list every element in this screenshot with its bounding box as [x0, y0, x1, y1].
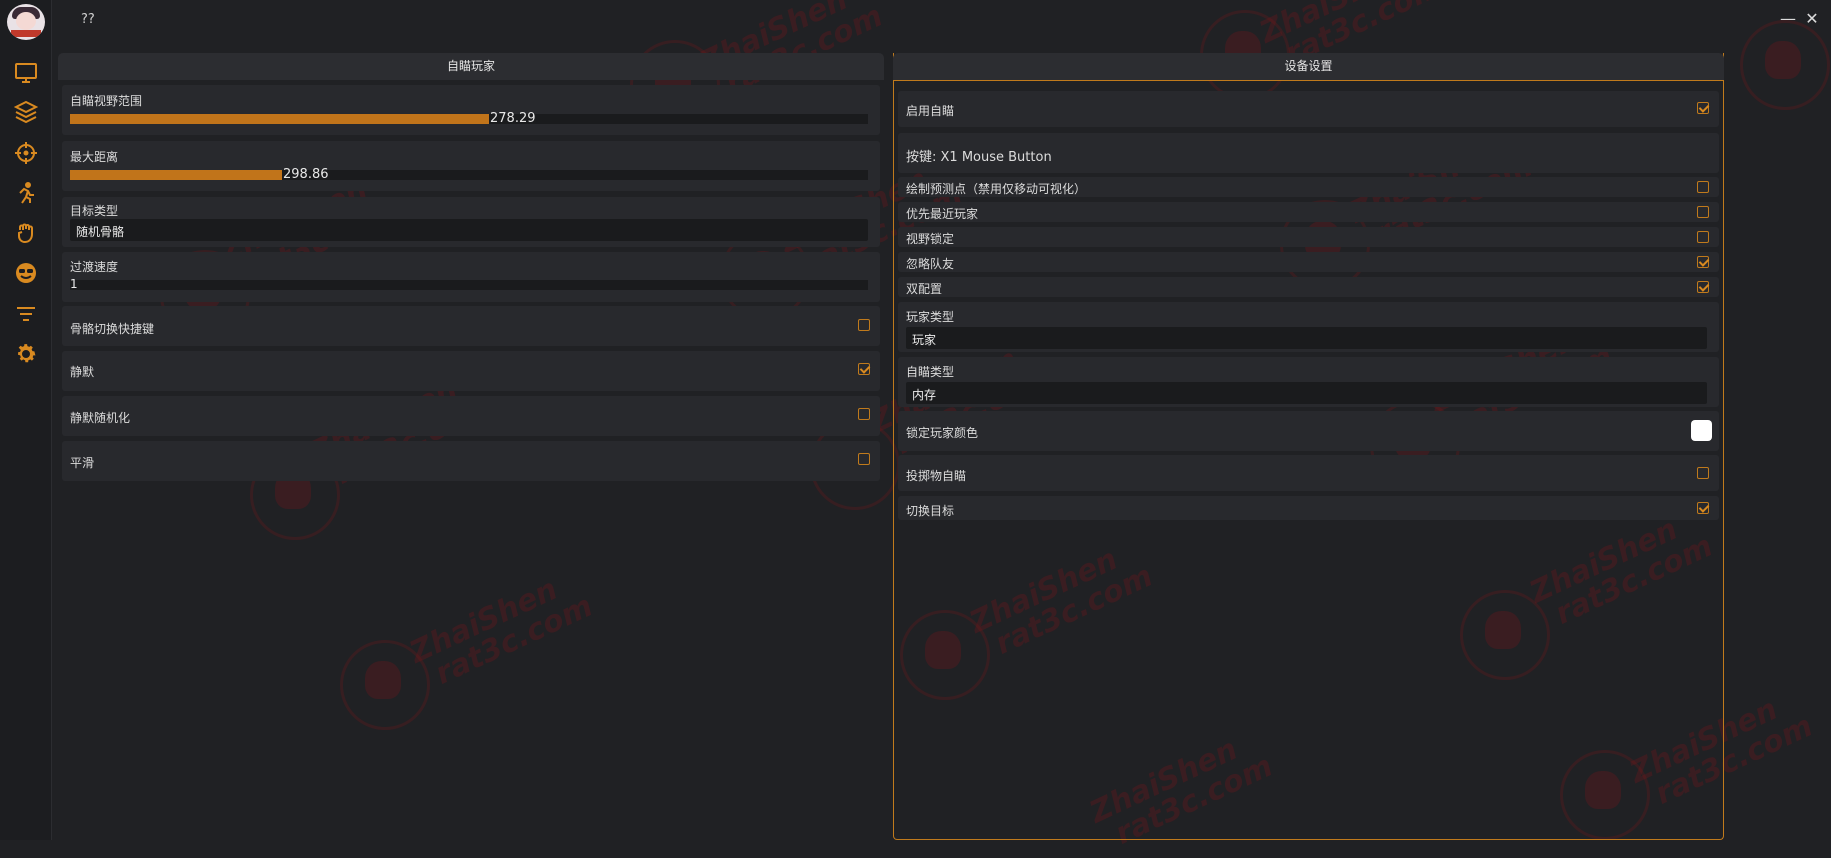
- aim-player-panel: 自瞄玩家 自瞄视野范围 278.29 最大距离 298.86 目标类型 随机骨骼…: [58, 53, 884, 840]
- watermark-skull-icon: [1740, 20, 1830, 110]
- smiley-sunglasses-icon[interactable]: [13, 260, 39, 286]
- lock-player-color-label: 锁定玩家颜色: [906, 426, 979, 440]
- fov-value: 278.29: [490, 111, 536, 126]
- switch-target-checkbox[interactable]: [1697, 502, 1709, 514]
- hotkey-row[interactable]: 按键: X1 Mouse Button: [898, 133, 1719, 173]
- monitor-icon[interactable]: [13, 60, 39, 86]
- panel-title: 设备设置: [893, 53, 1724, 81]
- transition-speed-slider[interactable]: 1: [70, 277, 868, 291]
- fov-lock-checkbox[interactable]: [1697, 231, 1709, 243]
- max-distance-slider-fill: [70, 170, 283, 180]
- target-type-row: 目标类型 随机骨骼: [62, 197, 880, 247]
- silent-checkbox[interactable]: [858, 363, 870, 375]
- app-title: ??: [81, 12, 95, 27]
- dual-config-row[interactable]: 双配置: [898, 277, 1719, 297]
- aim-type-label: 自瞄类型: [906, 365, 955, 379]
- prefer-nearest-checkbox[interactable]: [1697, 206, 1709, 218]
- projectile-aim-row[interactable]: 投掷物自瞄: [898, 455, 1719, 491]
- transition-speed-row: 过渡速度 1: [62, 252, 880, 302]
- lock-player-color-swatch[interactable]: [1691, 420, 1712, 441]
- bone-switch-hotkey-label: 骨骼切换快捷键: [70, 322, 155, 336]
- device-settings-panel: 设备设置 启用自瞄 按键: X1 Mouse Button 绘制预测点（禁用仅移…: [893, 53, 1724, 840]
- target-type-label: 目标类型: [70, 204, 119, 218]
- max-distance-label: 最大距离: [70, 150, 119, 164]
- silent-label: 静默: [70, 365, 95, 379]
- projectile-aim-label: 投掷物自瞄: [906, 469, 967, 483]
- fist-icon[interactable]: [13, 220, 39, 246]
- transition-speed-label: 过渡速度: [70, 260, 119, 274]
- fov-slider[interactable]: 278.29: [70, 111, 868, 126]
- enable-aim-row[interactable]: 启用自瞄: [898, 91, 1719, 127]
- filter-lines-icon[interactable]: [13, 301, 39, 327]
- prefer-nearest-label: 优先最近玩家: [906, 207, 979, 221]
- minimize-button[interactable]: —: [1779, 10, 1797, 28]
- fov-label: 自瞄视野范围: [70, 94, 143, 108]
- aim-type-row: 自瞄类型 内存: [898, 357, 1719, 407]
- player-type-row: 玩家类型 玩家: [898, 302, 1719, 352]
- silent-random-checkbox[interactable]: [858, 408, 870, 420]
- silent-random-label: 静默随机化: [70, 411, 131, 425]
- gear-icon[interactable]: [13, 341, 39, 367]
- max-distance-slider[interactable]: 298.86: [70, 167, 868, 182]
- draw-prediction-label: 绘制预测点（禁用仅移动可视化）: [906, 182, 1087, 196]
- crosshair-icon[interactable]: [13, 140, 39, 166]
- smooth-checkbox[interactable]: [858, 453, 870, 465]
- ignore-team-row[interactable]: 忽略队友: [898, 252, 1719, 272]
- prefer-nearest-row[interactable]: 优先最近玩家: [898, 202, 1719, 222]
- lock-player-color-row: 锁定玩家颜色: [898, 411, 1719, 451]
- fov-lock-label: 视野锁定: [906, 232, 955, 246]
- dual-config-label: 双配置: [906, 282, 943, 296]
- dual-config-checkbox[interactable]: [1697, 281, 1709, 293]
- aim-type-select[interactable]: 内存: [906, 382, 1707, 404]
- target-type-select[interactable]: 随机骨骼: [70, 219, 868, 241]
- panel-title: 自瞄玩家: [58, 53, 884, 80]
- max-distance-slider-row: 最大距离 298.86: [62, 141, 880, 191]
- aim-type-value: 内存: [912, 388, 937, 402]
- enable-aim-checkbox[interactable]: [1697, 102, 1709, 114]
- draw-prediction-checkbox[interactable]: [1697, 181, 1709, 193]
- player-type-value: 玩家: [912, 333, 937, 347]
- smooth-row[interactable]: 平滑: [62, 441, 880, 481]
- ignore-team-checkbox[interactable]: [1697, 256, 1709, 268]
- smooth-label: 平滑: [70, 456, 95, 470]
- target-type-value: 随机骨骼: [76, 225, 125, 239]
- player-type-label: 玩家类型: [906, 310, 955, 324]
- app-logo: [7, 4, 45, 40]
- player-type-select[interactable]: 玩家: [906, 327, 1707, 349]
- fov-slider-row: 自瞄视野范围 278.29: [62, 85, 880, 135]
- close-button[interactable]: ✕: [1803, 10, 1821, 28]
- fov-slider-fill: [70, 114, 489, 124]
- bone-switch-hotkey-row[interactable]: 骨骼切换快捷键: [62, 306, 880, 346]
- sidebar: [0, 0, 52, 840]
- switch-target-row[interactable]: 切换目标: [898, 496, 1719, 520]
- bone-switch-hotkey-checkbox[interactable]: [858, 319, 870, 331]
- silent-random-row[interactable]: 静默随机化: [62, 396, 880, 436]
- transition-speed-value: 1: [70, 277, 78, 291]
- max-distance-value: 298.86: [283, 167, 329, 182]
- hotkey-label[interactable]: 按键: X1 Mouse Button: [906, 146, 1052, 165]
- fov-lock-row[interactable]: 视野锁定: [898, 227, 1719, 247]
- running-person-icon[interactable]: [13, 180, 39, 206]
- projectile-aim-checkbox[interactable]: [1697, 467, 1709, 479]
- draw-prediction-row[interactable]: 绘制预测点（禁用仅移动可视化）: [898, 177, 1719, 197]
- silent-row[interactable]: 静默: [62, 351, 880, 391]
- ignore-team-label: 忽略队友: [906, 257, 955, 271]
- enable-aim-label: 启用自瞄: [906, 104, 955, 118]
- switch-target-label: 切换目标: [906, 504, 955, 518]
- layers-icon[interactable]: [13, 99, 39, 125]
